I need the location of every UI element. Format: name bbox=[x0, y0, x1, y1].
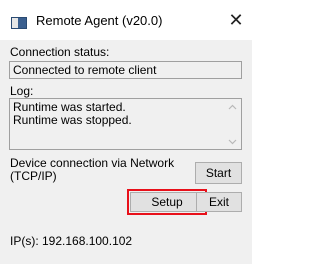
title-bar: Remote Agent (v20.0) ✕ bbox=[0, 0, 252, 40]
log-box[interactable]: Runtime was started. Runtime was stopped… bbox=[9, 98, 242, 150]
device-connection-label-line2: (TCP/IP) bbox=[10, 169, 57, 183]
connection-status-field: Connected to remote client bbox=[9, 61, 242, 79]
device-connection-label: Device connection via Network (TCP/IP) bbox=[10, 157, 174, 183]
log-label: Log: bbox=[10, 84, 34, 98]
connection-status-label: Connection status: bbox=[10, 45, 110, 59]
remote-agent-window: Remote Agent (v20.0) ✕ Connection status… bbox=[0, 0, 252, 264]
ip-address-text: IP(s): 192.168.100.102 bbox=[10, 234, 133, 248]
scroll-down-arrow-icon[interactable] bbox=[228, 137, 237, 146]
app-icon bbox=[11, 17, 27, 29]
window-title: Remote Agent (v20.0) bbox=[36, 13, 163, 28]
close-icon[interactable]: ✕ bbox=[226, 9, 246, 31]
start-button[interactable]: Start bbox=[195, 162, 242, 184]
setup-highlight-box bbox=[127, 189, 207, 215]
log-line: Runtime was stopped. bbox=[13, 113, 132, 127]
exit-button[interactable]: Exit bbox=[196, 192, 242, 212]
scroll-up-arrow-icon[interactable] bbox=[228, 103, 237, 112]
log-scrollbar[interactable] bbox=[224, 99, 241, 149]
